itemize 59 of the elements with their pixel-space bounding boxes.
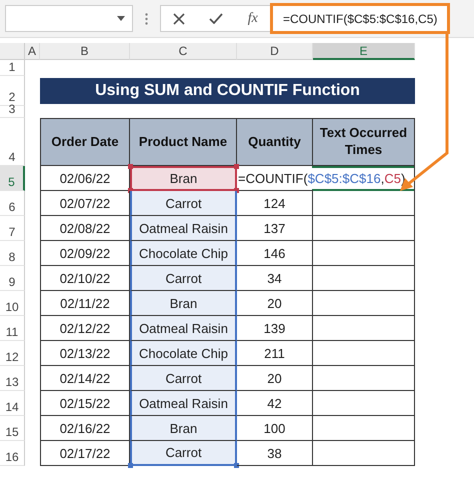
table-cell: Carrot [130, 441, 237, 466]
column-header[interactable]: D [237, 43, 313, 60]
column-header[interactable]: A [25, 43, 40, 60]
row-header[interactable]: 9 [0, 266, 25, 291]
row-header[interactable]: 15 [0, 416, 25, 441]
row-header[interactable]: 10 [0, 291, 25, 316]
caret-icon [117, 16, 125, 21]
selection-handle-icon[interactable] [234, 463, 239, 468]
row-header[interactable]: 1 [0, 60, 25, 76]
table-cell: 38 [237, 441, 313, 466]
table-cell: Carrot [130, 266, 237, 291]
insert-function-button[interactable]: fx [248, 10, 258, 26]
name-box[interactable] [5, 5, 133, 32]
row-header[interactable]: 11 [0, 316, 25, 341]
row-header[interactable]: 2 [0, 76, 25, 106]
table-cell: 139 [237, 316, 313, 341]
formula-field[interactable]: =COUNTIF($C$5:$C$16,C5) [270, 3, 450, 34]
table-cell: Oatmeal Raisin [130, 216, 237, 241]
selection-handle-icon[interactable] [234, 164, 239, 169]
table-cell: Oatmeal Raisin [130, 316, 237, 341]
table-cell: 42 [237, 391, 313, 416]
column-heading: Text Occurred Times [313, 118, 415, 166]
row-header[interactable]: 6 [0, 191, 25, 216]
row-header[interactable]: 8 [0, 241, 25, 266]
checkmark-icon[interactable] [209, 13, 224, 24]
sheet-title: Using SUM and COUNTIF Function [40, 78, 415, 104]
table-cell: Oatmeal Raisin [130, 391, 237, 416]
table-cell: Carrot [130, 191, 237, 216]
table-cell: 137 [237, 216, 313, 241]
table-cell: 20 [237, 366, 313, 391]
column-header[interactable]: B [40, 43, 130, 60]
cancel-icon[interactable] [173, 12, 186, 24]
column-heading: Quantity [237, 118, 313, 166]
row-header[interactable]: 7 [0, 216, 25, 241]
row-header[interactable]: 12 [0, 341, 25, 366]
table-cell: Carrot [130, 366, 237, 391]
row-header[interactable]: 13 [0, 366, 25, 391]
row-header[interactable]: 3 [0, 106, 25, 118]
table-cell: Bran [130, 291, 237, 316]
drag-handle-icon[interactable] [145, 12, 148, 24]
table-cell: 100 [237, 416, 313, 441]
row-header[interactable]: 5 [0, 166, 25, 191]
row-header[interactable]: 16 [0, 441, 25, 466]
column-heading: Order Date [40, 118, 130, 166]
table-cell: 20 [237, 291, 313, 316]
column-header[interactable]: C [130, 43, 237, 60]
row-header[interactable]: 4 [0, 118, 25, 166]
column-heading: Product Name [130, 118, 237, 166]
table-cell: Chocolate Chip [130, 241, 237, 266]
row-header[interactable]: 14 [0, 391, 25, 416]
column-header[interactable]: E [313, 43, 415, 60]
table-cell: Bran [130, 166, 237, 191]
table-cell: 211 [237, 341, 313, 366]
selection-handle-icon[interactable] [128, 164, 133, 169]
table-cell: Bran [130, 416, 237, 441]
selection-handle-icon[interactable] [128, 463, 133, 468]
table-cell: 34 [237, 266, 313, 291]
table-cell: 146 [237, 241, 313, 266]
table-cell: Chocolate Chip [130, 341, 237, 366]
